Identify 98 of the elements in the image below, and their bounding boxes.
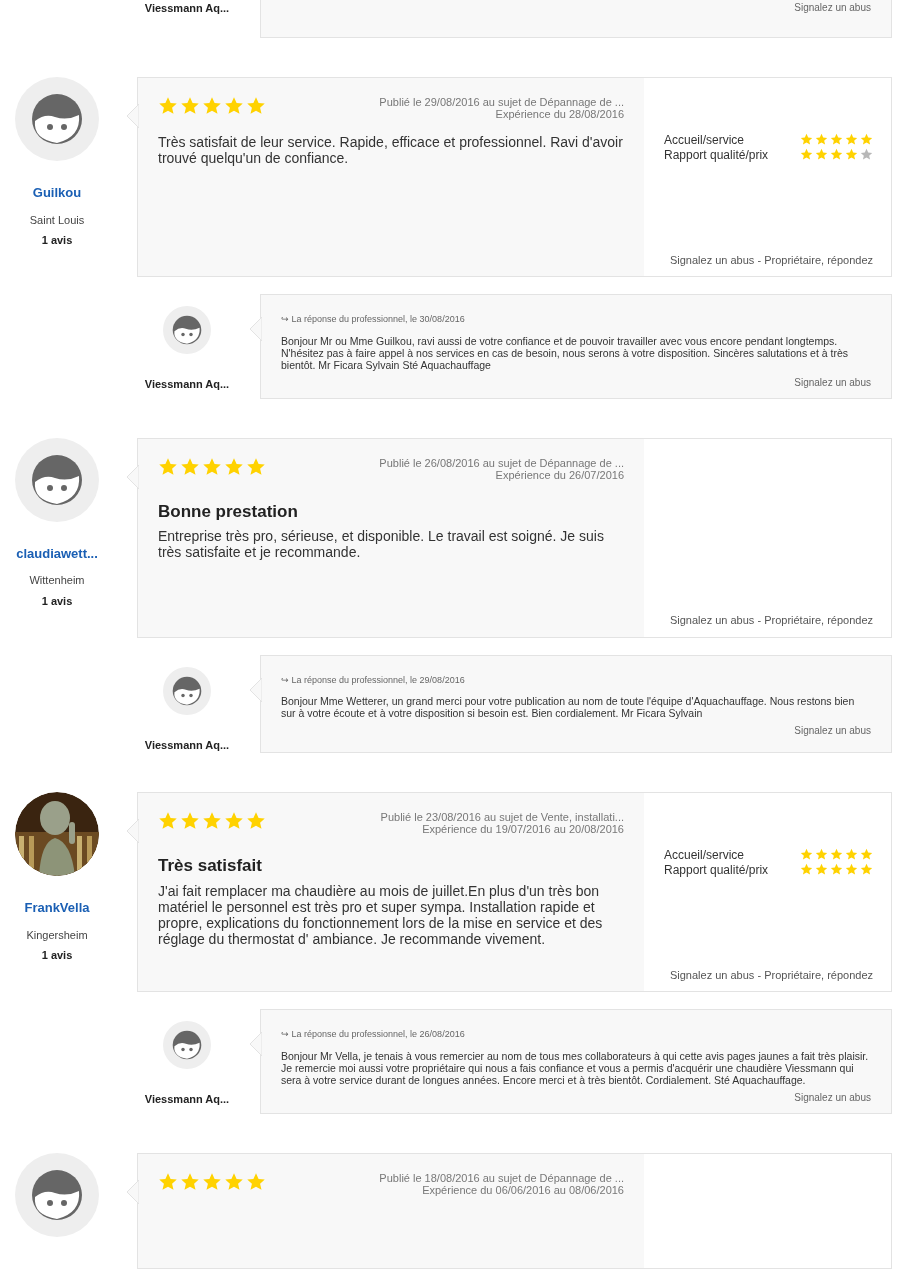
responder-name: Viessmann Aq...: [144, 737, 230, 753]
review-text: J'ai fait remplacer ma chaudière au mois de juillet.En plus d'un très bon matériel le personnel est très pro et super sympa. Installation rapide et propre, explications du fonctionnement lors de la mise en service et des réglage du thermostat d' ambiance. Je recommande vivement.: [158, 882, 604, 947]
owner-reply-link[interactable]: Propriétaire, répondez: [764, 968, 873, 981]
reply-arrow-icon: ↪: [281, 674, 289, 685]
star-icon: [246, 456, 266, 477]
review-title: Bonne prestation: [158, 500, 299, 523]
star-icon: [202, 96, 222, 116]
star-icon: [860, 848, 873, 861]
experience-date: Expérience du 06/06/2016 au 08/06/2016: [421, 1183, 624, 1196]
reply-arrow-icon: ↪: [281, 1029, 289, 1039]
report-abuse-link[interactable]: Signalez un abus: [669, 968, 755, 981]
user-city: Kingersheim: [26, 927, 88, 943]
star-icon: [180, 811, 200, 831]
reply-text: Bonjour Mr Vella, je tenais à vous remercier au nom de tous mes collaborateurs à qui cette avis pages jaunes a fait très plaisir. Je remercie moi aussi votre propriétaire qui nous a fais confiance et vous a permis d'acquérir une chaudière Viessmann qui sera à votre service durant de longues années. Encore merci et à très bientôt. Cordialement. Sté Aquachauffage.: [281, 1049, 870, 1086]
star-icon: [224, 811, 244, 831]
star-icon: [158, 456, 178, 477]
review-text: Très satisfait de leur service. Rapide, efficace et professionnel. Ravi d'avoir trouvé quelqu'un de confiance.: [158, 134, 624, 166]
publish-date: Publié le 18/08/2016 au sujet de Dépannage de ...: [379, 1171, 624, 1184]
star-icon: [815, 863, 828, 876]
report-abuse-link[interactable]: Signalez un abus: [669, 614, 755, 626]
star-icon: [180, 96, 200, 116]
star-icon: [860, 133, 873, 146]
star-icon: [830, 863, 843, 876]
star-icon: [158, 96, 178, 116]
review-count: 1 avis: [41, 233, 73, 248]
review-count: 1 avis: [41, 948, 73, 963]
user-name-link[interactable]: FrankVella: [24, 898, 90, 918]
report-abuse-link[interactable]: Signalez un abus: [794, 725, 871, 736]
user-name-link[interactable]: claudiawett...: [16, 543, 98, 563]
criterion-label: Accueil/service: [664, 133, 745, 148]
star-icon: [800, 863, 813, 876]
star-icon: [224, 456, 244, 477]
user-name-link[interactable]: Guilkou: [32, 183, 82, 203]
star-icon: [224, 96, 244, 116]
review-count: 1 avis: [41, 593, 73, 609]
reply-date: La réponse du professionnel, le 26/08/2016: [291, 1029, 465, 1039]
star-icon: [246, 811, 266, 831]
report-abuse-link[interactable]: Signalez un abus: [794, 1091, 871, 1103]
star-icon: [202, 811, 222, 831]
star-icon: [180, 1171, 200, 1192]
star-icon: [830, 148, 843, 161]
reply-date: La réponse du professionnel, le 29/08/2016: [291, 674, 465, 685]
avatar-icon: [163, 1021, 211, 1069]
report-abuse-link[interactable]: Signalez un abus: [794, 2, 871, 13]
star-icon: [815, 133, 828, 146]
responder-name: Viessmann Aq...: [144, 1092, 230, 1107]
star-icon: [202, 456, 222, 477]
star-icon: [800, 848, 813, 861]
star-icon: [800, 148, 813, 161]
star-icon: [830, 133, 843, 146]
criterion-label: Accueil/service: [664, 848, 745, 863]
star-icon: [815, 848, 828, 861]
star-icon: [845, 133, 858, 146]
star-icon: [845, 848, 858, 861]
user-city: Wittenheim: [29, 573, 85, 588]
separator-text: -: [757, 614, 762, 626]
report-abuse-link[interactable]: Signalez un abus: [794, 376, 871, 388]
avatar-icon: [163, 306, 211, 354]
publish-date: Publié le 26/08/2016 au sujet de Dépannage de ...: [379, 456, 624, 469]
avatar-icon: [163, 666, 211, 715]
star-icon: [845, 863, 858, 876]
review-text: Entreprise très pro, sérieuse, et disponible. Le travail est soigné. Je suis très satisfaite et je recommande.: [158, 528, 605, 560]
star-icon: [845, 148, 858, 161]
reply-text: Bonjour Mme Wetterer, un grand merci pour votre publication au nom de toute l'équipe d'Aquachauffage. Nous restons bien sur à votre écoute et à votre disposition si besoin est. Bien cordialement. Mr Ficara Sylvain: [281, 695, 856, 719]
separator-text: -: [757, 253, 762, 266]
criterion-label: Rapport qualité/prix: [664, 863, 769, 878]
owner-reply-link[interactable]: Propriétaire, répondez: [764, 614, 873, 626]
star-icon: [800, 133, 813, 146]
star-icon: [246, 96, 266, 116]
avatar-icon: [15, 437, 99, 522]
star-icon: [860, 863, 873, 876]
responder-name: Viessmann Aq...: [144, 1, 230, 16]
star-icon: [158, 1171, 178, 1192]
star-icon: [180, 456, 200, 477]
avatar-icon: [15, 77, 99, 161]
avatar-icon: [15, 1152, 99, 1237]
criterion-label: Rapport qualité/prix: [664, 148, 769, 163]
publish-date: Publié le 29/08/2016 au sujet de Dépannage de ...: [379, 96, 624, 108]
owner-reply-link[interactable]: Propriétaire, répondez: [764, 253, 873, 266]
responder-name: Viessmann Aq...: [144, 377, 230, 392]
publish-date: Publié le 23/08/2016 au sujet de Vente, installati...: [380, 811, 624, 823]
reply-date: La réponse du professionnel, le 30/08/2016: [291, 314, 465, 324]
reply-text: Bonjour Mr ou Mme Guilkou, ravi aussi de votre confiance et de pouvoir travailler avec vous encore pendant longtemps. N'hésitez pas à faire appel à nos services en cas de besoin, nous serons à votre disposition. Sincères salutations et à très bientôt. Mr Ficara Sylvain Sté Aquachauffage: [281, 334, 849, 371]
review-title: Très satisfait: [158, 855, 263, 877]
star-icon: [202, 1171, 222, 1192]
star-icon: [158, 811, 178, 831]
star-icon: [860, 148, 873, 161]
user-city: Saint Louis: [29, 212, 85, 228]
experience-date: Expérience du 28/08/2016: [494, 108, 624, 120]
separator-text: -: [757, 968, 762, 981]
star-icon: [224, 1171, 244, 1192]
star-icon: [815, 148, 828, 161]
star-icon: [830, 848, 843, 861]
experience-date: Expérience du 19/07/2016 au 20/08/2016: [421, 823, 624, 835]
report-abuse-link[interactable]: Signalez un abus: [669, 253, 755, 266]
star-icon: [246, 1171, 266, 1192]
reply-arrow-icon: ↪: [281, 314, 289, 324]
experience-date: Expérience du 26/07/2016: [494, 468, 624, 481]
